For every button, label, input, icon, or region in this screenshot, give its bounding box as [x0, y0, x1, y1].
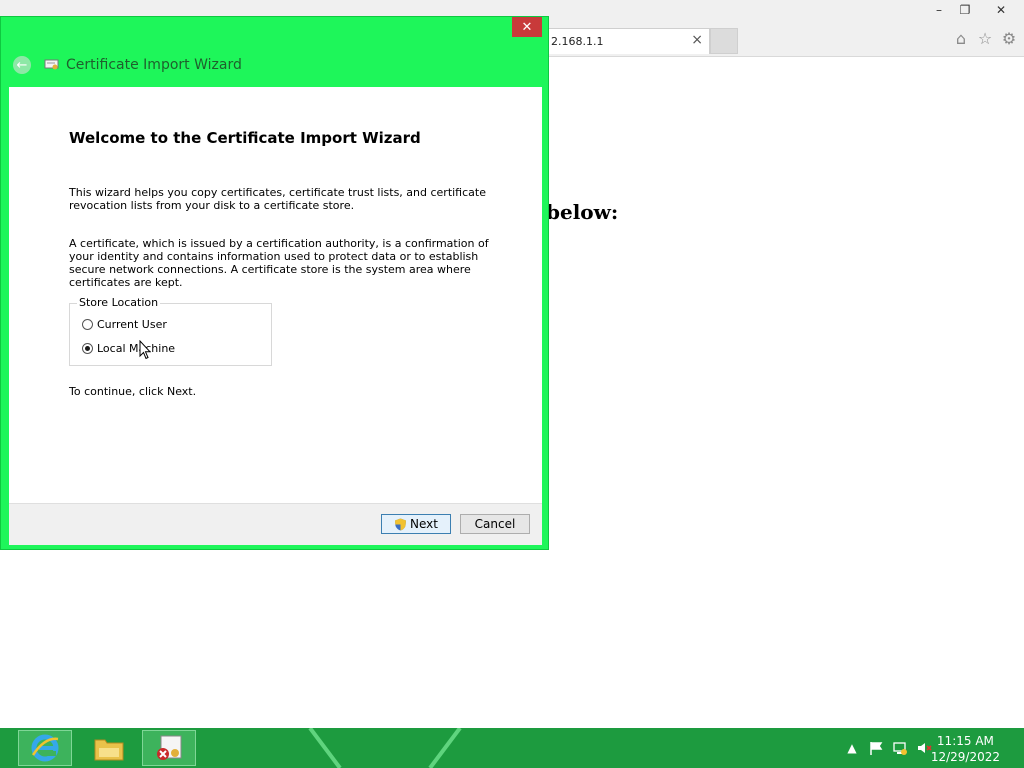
taskbar-certificate-wizard[interactable] — [142, 730, 196, 766]
taskbar-file-explorer[interactable] — [82, 730, 136, 766]
clock-date: 12/29/2022 — [930, 750, 1000, 764]
taskbar: ▲ 11:15 AM 12/29/2022 — [0, 728, 1024, 768]
show-hidden-icons-icon[interactable]: ▲ — [844, 740, 860, 756]
local-machine-option[interactable]: Local Machine — [82, 342, 175, 355]
local-machine-label: Local Machine — [97, 342, 176, 355]
wizard-heading: Welcome to the Certificate Import Wizard — [69, 129, 421, 147]
current-user-radio[interactable] — [82, 319, 93, 330]
certificate-app-icon — [44, 59, 59, 70]
new-tab-button[interactable] — [710, 28, 738, 54]
internet-explorer-icon — [31, 734, 59, 762]
current-user-label: Current User — [97, 318, 167, 331]
certificate-import-wizard-dialog: ✕ ← Certificate Import Wizard Welcome to… — [0, 16, 549, 550]
taskbar-internet-explorer[interactable] — [18, 730, 72, 766]
restore-button[interactable]: ❐ — [952, 0, 978, 20]
settings-gear-icon[interactable]: ⚙ — [1000, 29, 1018, 48]
uac-shield-icon — [395, 518, 407, 530]
store-location-label: Store Location — [77, 296, 161, 309]
cancel-button[interactable]: Cancel — [460, 514, 530, 534]
favorites-star-icon[interactable]: ☆ — [976, 29, 994, 48]
mouse-cursor-icon — [139, 340, 151, 360]
dialog-title: Certificate Import Wizard — [66, 57, 242, 73]
window-caption-buttons: – ❐ ✕ — [926, 0, 1024, 20]
current-user-option[interactable]: Current User — [82, 318, 167, 331]
store-location-group: Store Location Current User Local Machin… — [69, 296, 272, 366]
browser-close-button[interactable]: ✕ — [978, 0, 1024, 20]
minimize-button[interactable]: – — [926, 0, 952, 20]
certificate-explanation: A certificate, which is issued by a cert… — [69, 237, 489, 289]
browser-tools: ⌂ ☆ ⚙ — [952, 29, 1018, 48]
wizard-description: This wizard helps you copy certificates,… — [69, 186, 486, 212]
taskbar-clock[interactable]: 11:15 AM 12/29/2022 — [931, 733, 1000, 765]
next-button[interactable]: Next — [381, 514, 451, 534]
continue-instruction: To continue, click Next. — [69, 385, 197, 398]
wizard-content: Welcome to the Certificate Import Wizard… — [9, 87, 542, 503]
back-arrow-icon[interactable]: ← — [13, 56, 31, 74]
browser-tab[interactable]: 2.168.1.1 × — [546, 28, 710, 54]
dialog-close-button[interactable]: ✕ — [512, 17, 542, 37]
folder-icon — [94, 739, 124, 761]
next-button-label: Next — [410, 517, 438, 531]
tab-close-icon[interactable]: × — [691, 32, 703, 48]
system-tray: ▲ — [844, 740, 932, 756]
home-icon[interactable]: ⌂ — [952, 29, 970, 48]
tab-title: 2.168.1.1 — [551, 35, 604, 48]
page-heading: below: — [546, 200, 619, 224]
certificate-icon — [157, 735, 182, 760]
taskbar-background-decoration — [308, 728, 462, 768]
action-center-flag-icon[interactable] — [868, 740, 884, 756]
network-icon[interactable] — [892, 740, 908, 756]
clock-time: 11:15 AM — [936, 734, 994, 748]
dialog-footer: Next Cancel — [9, 503, 542, 545]
local-machine-radio[interactable] — [82, 343, 93, 354]
volume-muted-icon[interactable] — [916, 740, 932, 756]
